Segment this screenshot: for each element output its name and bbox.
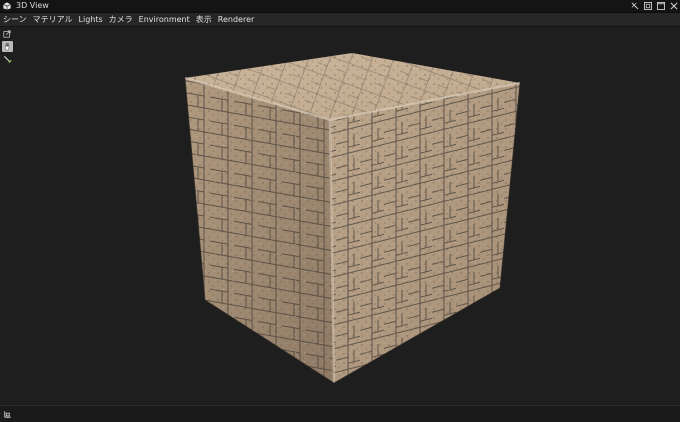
status-bar — [0, 405, 680, 422]
cube-model — [184, 53, 521, 384]
title-bar: 3D View — [0, 0, 680, 13]
external-link-icon — [3, 29, 11, 38]
menu-camera[interactable]: カメラ — [106, 13, 136, 26]
external-view-button[interactable] — [2, 28, 13, 39]
axis-gizmo-icon[interactable] — [3, 410, 12, 419]
window-title: 3D View — [16, 1, 49, 10]
menu-lights[interactable]: Lights — [76, 13, 106, 26]
restore-icon[interactable] — [643, 1, 652, 10]
menu-display[interactable]: 表示 — [193, 13, 215, 26]
eyedropper-icon — [3, 55, 12, 64]
maximize-icon[interactable] — [656, 1, 665, 10]
menu-material[interactable]: マテリアル — [30, 13, 76, 26]
tool-strip — [0, 27, 14, 406]
menu-bar: シーン マテリアル Lights カメラ Environment 表示 Rend… — [0, 13, 680, 27]
menu-scene[interactable]: シーン — [0, 13, 30, 26]
window-controls — [630, 1, 678, 10]
hand-tool-button[interactable] — [1, 41, 13, 52]
3d-viewport[interactable] — [14, 27, 680, 405]
menu-environment[interactable]: Environment — [136, 13, 193, 26]
menu-renderer[interactable]: Renderer — [215, 13, 258, 26]
hand-icon — [4, 42, 9, 51]
cube-icon — [3, 2, 11, 10]
close-icon[interactable] — [669, 1, 678, 10]
pin-icon[interactable] — [630, 1, 639, 10]
picker-tool-button[interactable] — [2, 54, 13, 65]
